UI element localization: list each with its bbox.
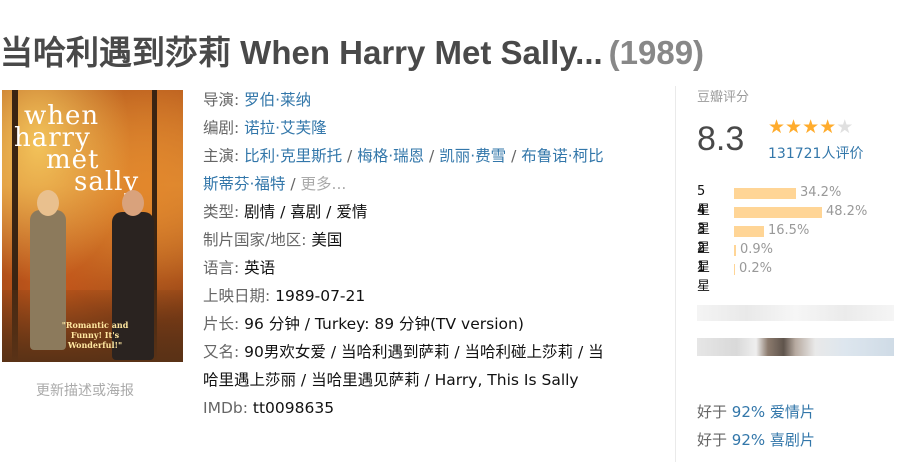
star-filled-icon: ★ [785,116,803,138]
rating-bar [734,207,822,218]
better-than-link[interactable]: 92% 爱情片 [732,403,815,421]
better-than-percent: 92% [731,403,766,421]
poster-figure-man-head [122,190,144,216]
better-than-item: 好于 92% 喜剧片 [697,426,815,454]
rating-bar [734,188,796,199]
blurred-content [697,305,894,321]
better-than-percent: 92% [731,431,766,449]
rating-star-label: 1星 [697,260,711,294]
movie-poster[interactable]: when harry met sally "Romantic and Funny… [2,90,183,362]
writer-link[interactable]: 诺拉·艾芙隆 [244,119,326,137]
cast-link[interactable]: 斯蒂芬·福特 [203,175,285,193]
release-value: 1989-07-21 [275,287,366,305]
section-divider [675,86,676,462]
poster-tagline: "Romantic and Funny! It's Wonderful!" [61,320,129,350]
director-link[interactable]: 罗伯·莱纳 [244,91,311,109]
writer-label: 编剧: [203,119,240,137]
better-than-prefix: 好于 [697,403,728,421]
rating-percent: 16.5% [768,223,810,238]
better-than-item: 好于 92% 爱情片 [697,398,815,426]
better-than-prefix: 好于 [697,431,728,449]
country-row: 制片国家/地区: 美国 [203,226,653,254]
release-label: 上映日期: [203,287,271,305]
imdb-value: tt0098635 [252,399,335,417]
genre-row: 类型: 剧情 / 喜剧 / 爱情 [203,198,653,226]
star-filled-icon: ★ [768,116,786,138]
cast-row: 主演: 比利·克里斯托 / 梅格·瑞恩 / 凯丽·费雪 / 布鲁诺·柯比 [203,147,604,165]
rating-votes-link[interactable]: 131721人评价 [768,143,863,163]
genre-value: 剧情 / 喜剧 / 爱情 [244,203,368,221]
cast-row-continued: 斯蒂芬·福特 / 更多... [203,175,347,193]
writer-row: 编剧: 诺拉·艾芙隆 [203,114,653,142]
star-filled-icon: ★ [819,116,837,138]
rating-score: 8.3 [697,120,745,158]
movie-year: (1989) [608,34,705,71]
rating-bar [734,264,735,275]
aka-value-continued: 哈里遇上莎丽 / 当哈里遇见萨莉 / Harry, This Is Sally [203,371,579,389]
movie-info: 导演: 罗伯·莱纳 编剧: 诺拉·艾芙隆 主演: 比利·克里斯托 / 梅格·瑞恩… [203,86,653,422]
star-filled-icon: ★ [802,116,820,138]
country-label: 制片国家/地区: [203,231,307,249]
aka-label: 又名: [203,343,240,361]
rating-panel: 豆瓣评分 8.3 ★★★★★ 131721人评价 5星 34.2% 4星 48.2% 3… [697,86,897,294]
better-than: 好于 92% 爱情片 好于 92% 喜剧片 [697,398,815,454]
rating-percent: 48.2% [826,204,868,219]
cast-link[interactable]: 梅格·瑞恩 [357,147,424,165]
genre-label: 类型: [203,203,240,221]
rating-stars: ★★★★★ [768,116,853,138]
aka-row: 又名: 90男欢女爱 / 当哈利遇到萨莉 / 当哈利碰上莎莉 / 当 [203,338,653,366]
rating-bar [734,226,764,237]
imdb-label: IMDb: [203,399,248,417]
cast-more-link[interactable]: 更多... [301,175,347,193]
release-row: 上映日期: 1989-07-21 [203,282,653,310]
rating-label: 豆瓣评分 [697,90,750,105]
movie-title: 当哈利遇到莎莉 When Harry Met Sally... [0,34,603,71]
director-row: 导演: 罗伯·莱纳 [203,86,653,114]
better-than-link[interactable]: 92% 喜剧片 [732,431,815,449]
rating-percent: 0.2% [739,261,773,276]
better-than-category: 爱情片 [769,403,815,421]
cast-link[interactable]: 凯丽·费雪 [439,147,506,165]
rating-percent: 34.2% [800,185,842,200]
language-row: 语言: 英语 [203,254,653,282]
aka-row-continued: 哈里遇上莎丽 / 当哈里遇见萨莉 / Harry, This Is Sally [203,366,653,394]
country-value: 美国 [311,231,343,249]
better-than-category: 喜剧片 [769,431,815,449]
cast-label: 主演: [203,147,240,165]
page-title: 当哈利遇到莎莉 When Harry Met Sally... (1989) [0,26,704,74]
cast-link[interactable]: 布鲁诺·柯比 [521,147,603,165]
blurred-content [697,338,894,356]
runtime-row: 片长: 96 分钟 / Turkey: 89 分钟(TV version) [203,310,653,338]
star-empty-icon: ★ [836,116,854,138]
runtime-label: 片长: [203,315,240,333]
imdb-row: IMDb: tt0098635 [203,394,653,422]
language-label: 语言: [203,259,240,277]
poster-figure-woman-head [37,190,59,216]
cast-link[interactable]: 比利·克里斯托 [244,147,342,165]
rating-bar [734,245,736,256]
director-label: 导演: [203,91,240,109]
update-poster-link[interactable]: 更新描述或海报 [36,380,134,400]
aka-value: 90男欢女爱 / 当哈利遇到萨莉 / 当哈利碰上莎莉 / 当 [244,343,604,361]
rating-percent: 0.9% [740,242,774,257]
language-value: 英语 [244,259,276,277]
runtime-value: 96 分钟 / Turkey: 89 分钟(TV version) [244,315,524,333]
